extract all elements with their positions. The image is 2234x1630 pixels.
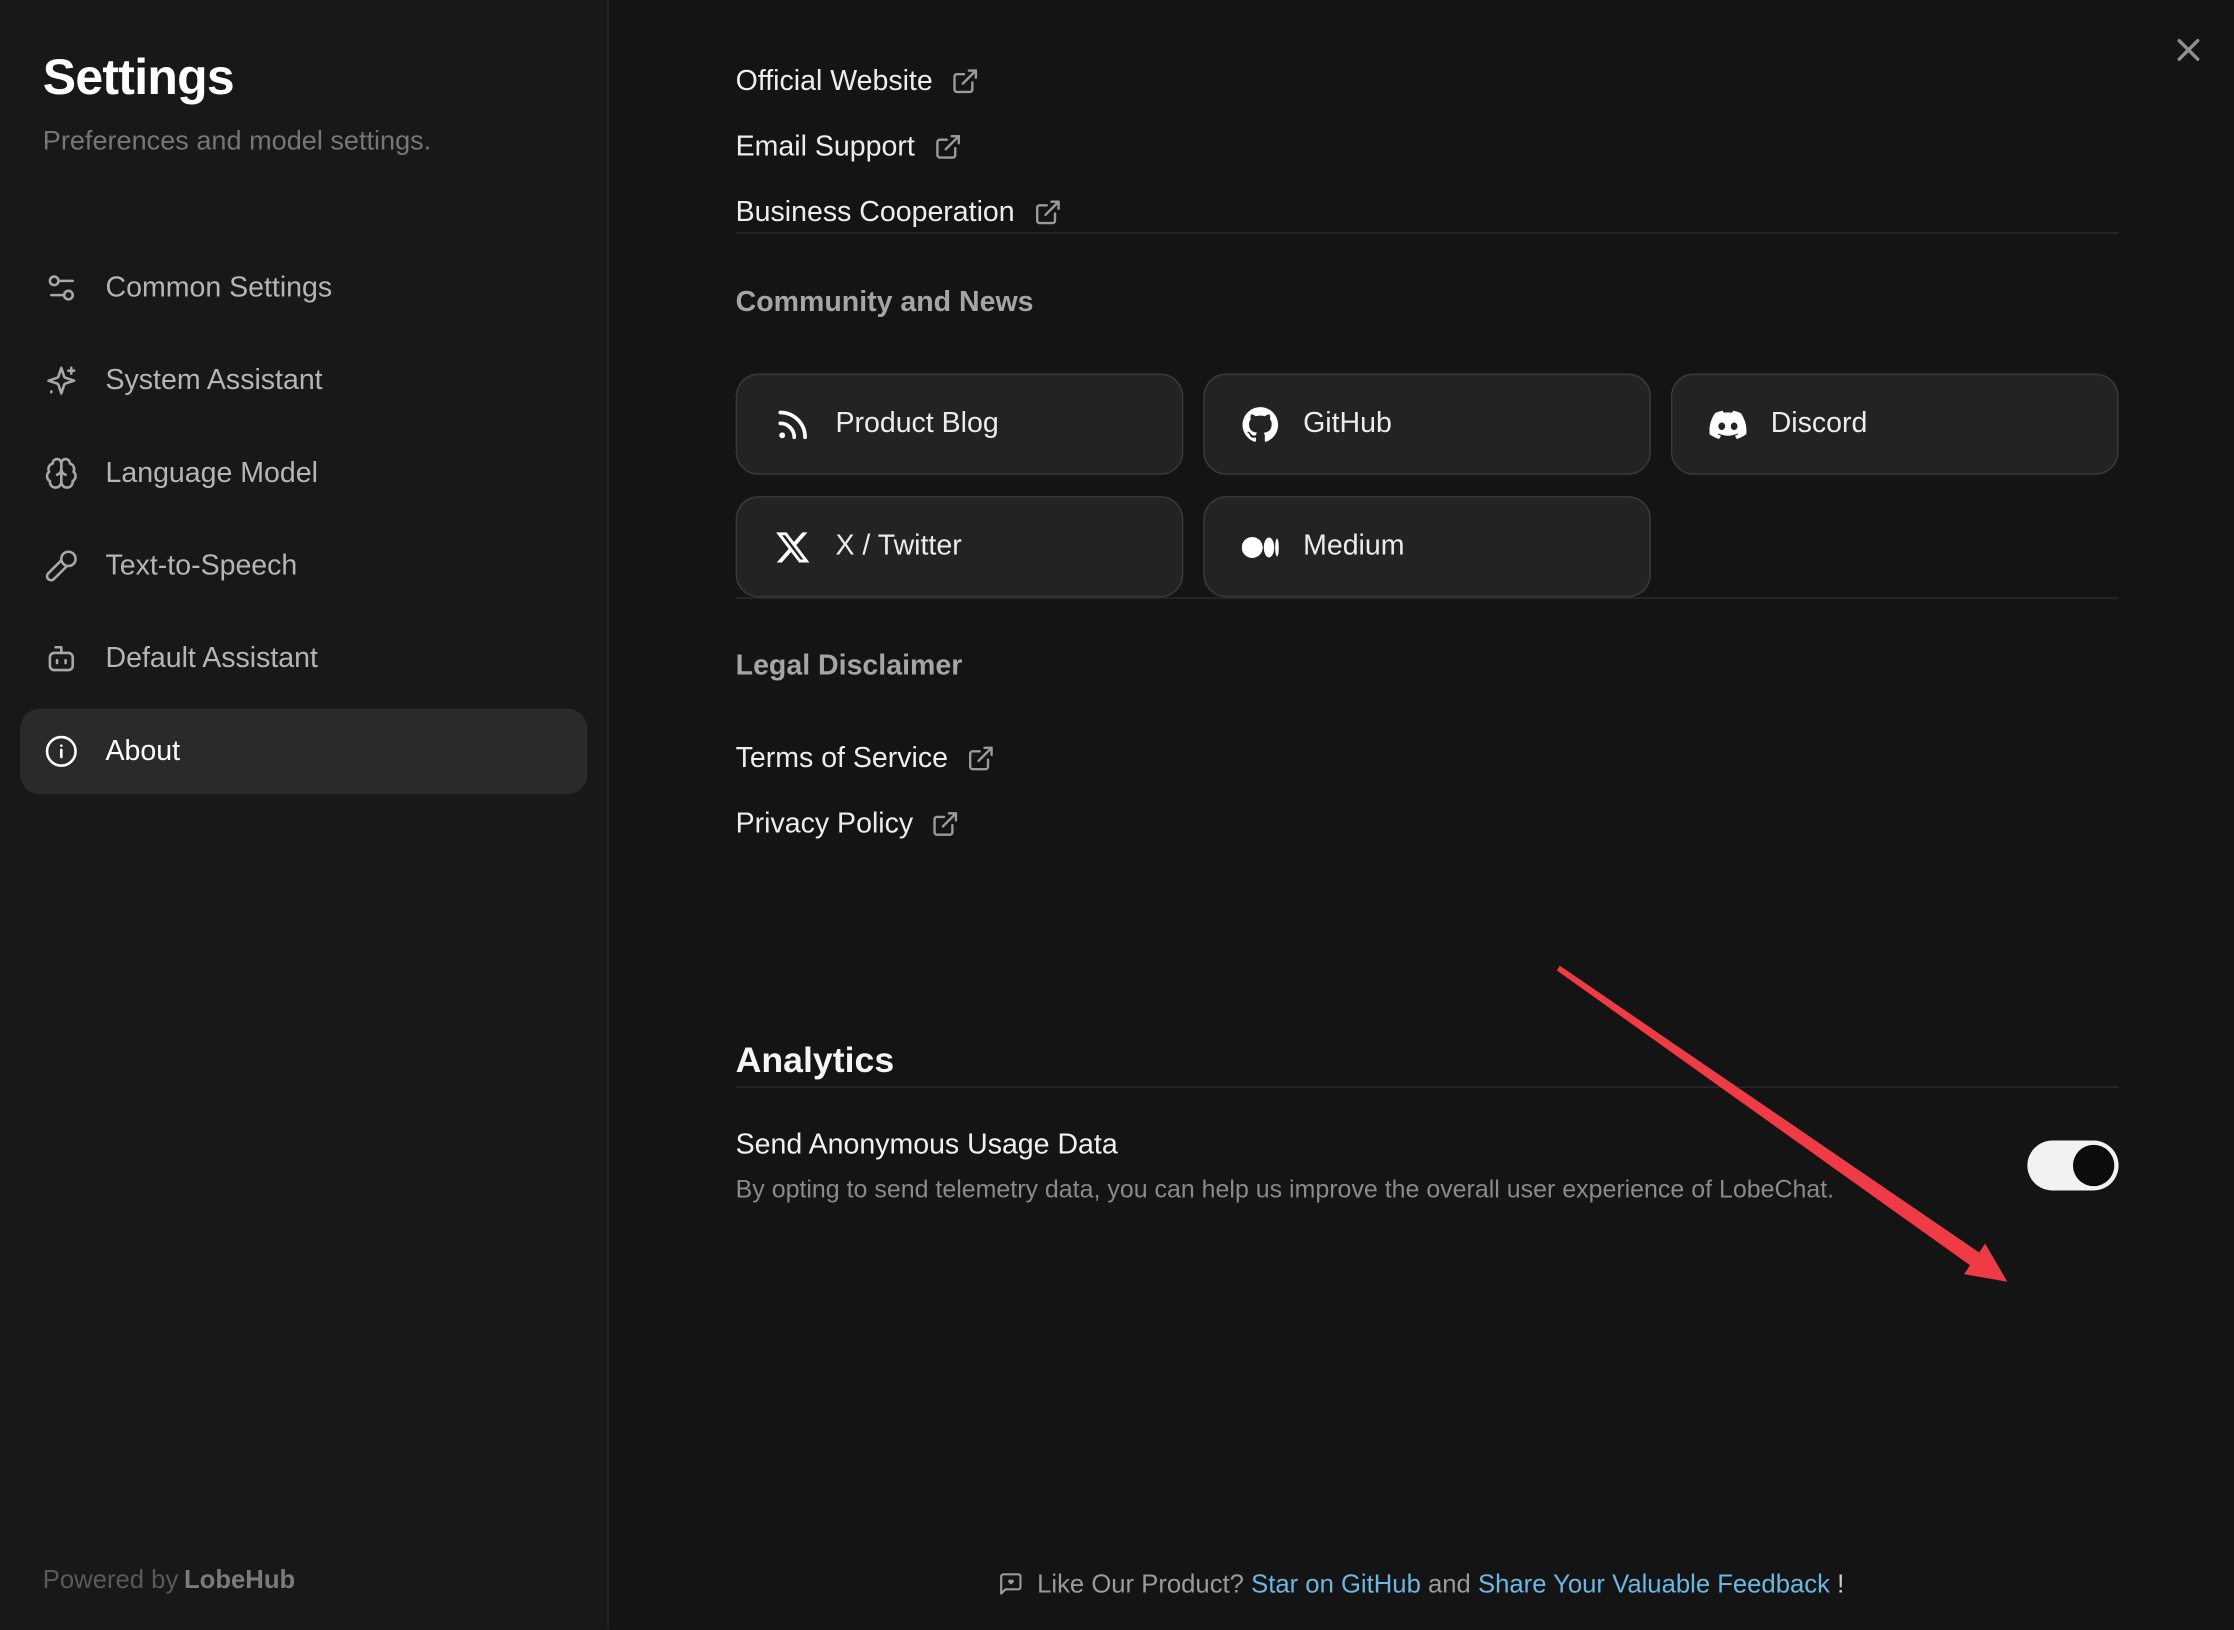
sidebar-item-about[interactable]: About	[20, 709, 587, 795]
discord-button[interactable]: Discord	[1671, 374, 2119, 475]
external-link-icon	[951, 67, 980, 96]
sidebar-item-label: Language Model	[106, 457, 318, 490]
github-icon	[1242, 406, 1279, 443]
sidebar-item-default-assistant[interactable]: Default Assistant	[20, 616, 587, 702]
external-link-icon	[933, 133, 962, 162]
toggle-knob	[2073, 1145, 2114, 1186]
terms-of-service-link[interactable]: Terms of Service	[736, 739, 2119, 779]
community-buttons: Product Blog GitHub Discord	[736, 374, 2119, 598]
discord-icon	[1709, 406, 1746, 443]
section-divider	[736, 597, 2119, 598]
usage-data-toggle[interactable]	[2027, 1141, 2118, 1191]
privacy-policy-link[interactable]: Privacy Policy	[736, 804, 2119, 844]
medium-icon	[1242, 528, 1279, 565]
close-button[interactable]	[2170, 31, 2207, 68]
sliders-icon	[43, 269, 80, 306]
contact-section-heading: Contact Us	[736, 0, 2119, 7]
sparkles-icon	[43, 362, 80, 399]
medium-button[interactable]: Medium	[1203, 496, 1651, 597]
sidebar-item-text-to-speech[interactable]: Text-to-Speech	[20, 523, 587, 609]
community-section-heading: Community and News	[736, 284, 2119, 321]
settings-nav: Common Settings System Assistant Languag…	[0, 245, 607, 794]
sidebar-item-label: Common Settings	[106, 272, 333, 305]
settings-sidebar: Settings Preferences and model settings.…	[0, 0, 609, 1630]
github-button[interactable]: GitHub	[1203, 374, 1651, 475]
info-icon	[43, 733, 80, 770]
contact-links: Official Website Email Support Business …	[736, 61, 2119, 232]
x-twitter-button[interactable]: X / Twitter	[736, 496, 1184, 597]
page-title: Settings	[43, 47, 608, 110]
sidebar-item-system-assistant[interactable]: System Assistant	[20, 338, 587, 424]
legal-section-heading: Legal Disclaimer	[736, 647, 2119, 684]
setting-description: By opting to send telemetry data, you ca…	[736, 1172, 1834, 1206]
section-divider	[736, 1086, 2119, 1087]
sidebar-item-label: About	[106, 735, 181, 768]
powered-by: Powered byLobeHub	[43, 1565, 295, 1595]
external-link-icon	[932, 810, 961, 839]
analytics-section-heading: Analytics	[736, 1036, 2119, 1086]
section-divider	[736, 232, 2119, 233]
sidebar-item-common-settings[interactable]: Common Settings	[20, 245, 587, 331]
telemetry-setting-row: Send Anonymous Usage Data By opting to s…	[736, 1125, 2119, 1206]
product-footer: Like Our Product? Star on GitHub and Sha…	[609, 1570, 2234, 1600]
x-twitter-icon	[774, 528, 811, 565]
feedback-icon	[999, 1571, 1025, 1597]
bot-icon	[43, 640, 80, 677]
legal-links: Terms of Service Privacy Policy	[736, 739, 2119, 845]
sidebar-item-label: Text-to-Speech	[106, 550, 298, 583]
lobehub-brand[interactable]: LobeHub	[184, 1565, 295, 1594]
business-cooperation-link[interactable]: Business Cooperation	[736, 192, 2119, 232]
official-website-link[interactable]: Official Website	[736, 61, 2119, 101]
sidebar-item-label: System Assistant	[106, 364, 323, 397]
email-support-link[interactable]: Email Support	[736, 127, 2119, 167]
product-blog-button[interactable]: Product Blog	[736, 374, 1184, 475]
brain-icon	[43, 455, 80, 492]
sidebar-item-label: Default Assistant	[106, 642, 318, 675]
rss-icon	[774, 406, 811, 443]
external-link-icon	[1033, 198, 1062, 227]
star-on-github-link[interactable]: Star on GitHub	[1251, 1570, 1421, 1599]
about-panel: Contact Us Official Website Email Suppor…	[609, 0, 2234, 1630]
share-feedback-link[interactable]: Share Your Valuable Feedback	[1478, 1570, 1830, 1599]
setting-title: Send Anonymous Usage Data	[736, 1125, 1834, 1165]
mic-icon	[43, 547, 80, 584]
external-link-icon	[967, 744, 996, 773]
sidebar-item-language-model[interactable]: Language Model	[20, 431, 587, 517]
page-subtitle: Preferences and model settings.	[43, 124, 608, 161]
close-icon	[2170, 31, 2207, 68]
